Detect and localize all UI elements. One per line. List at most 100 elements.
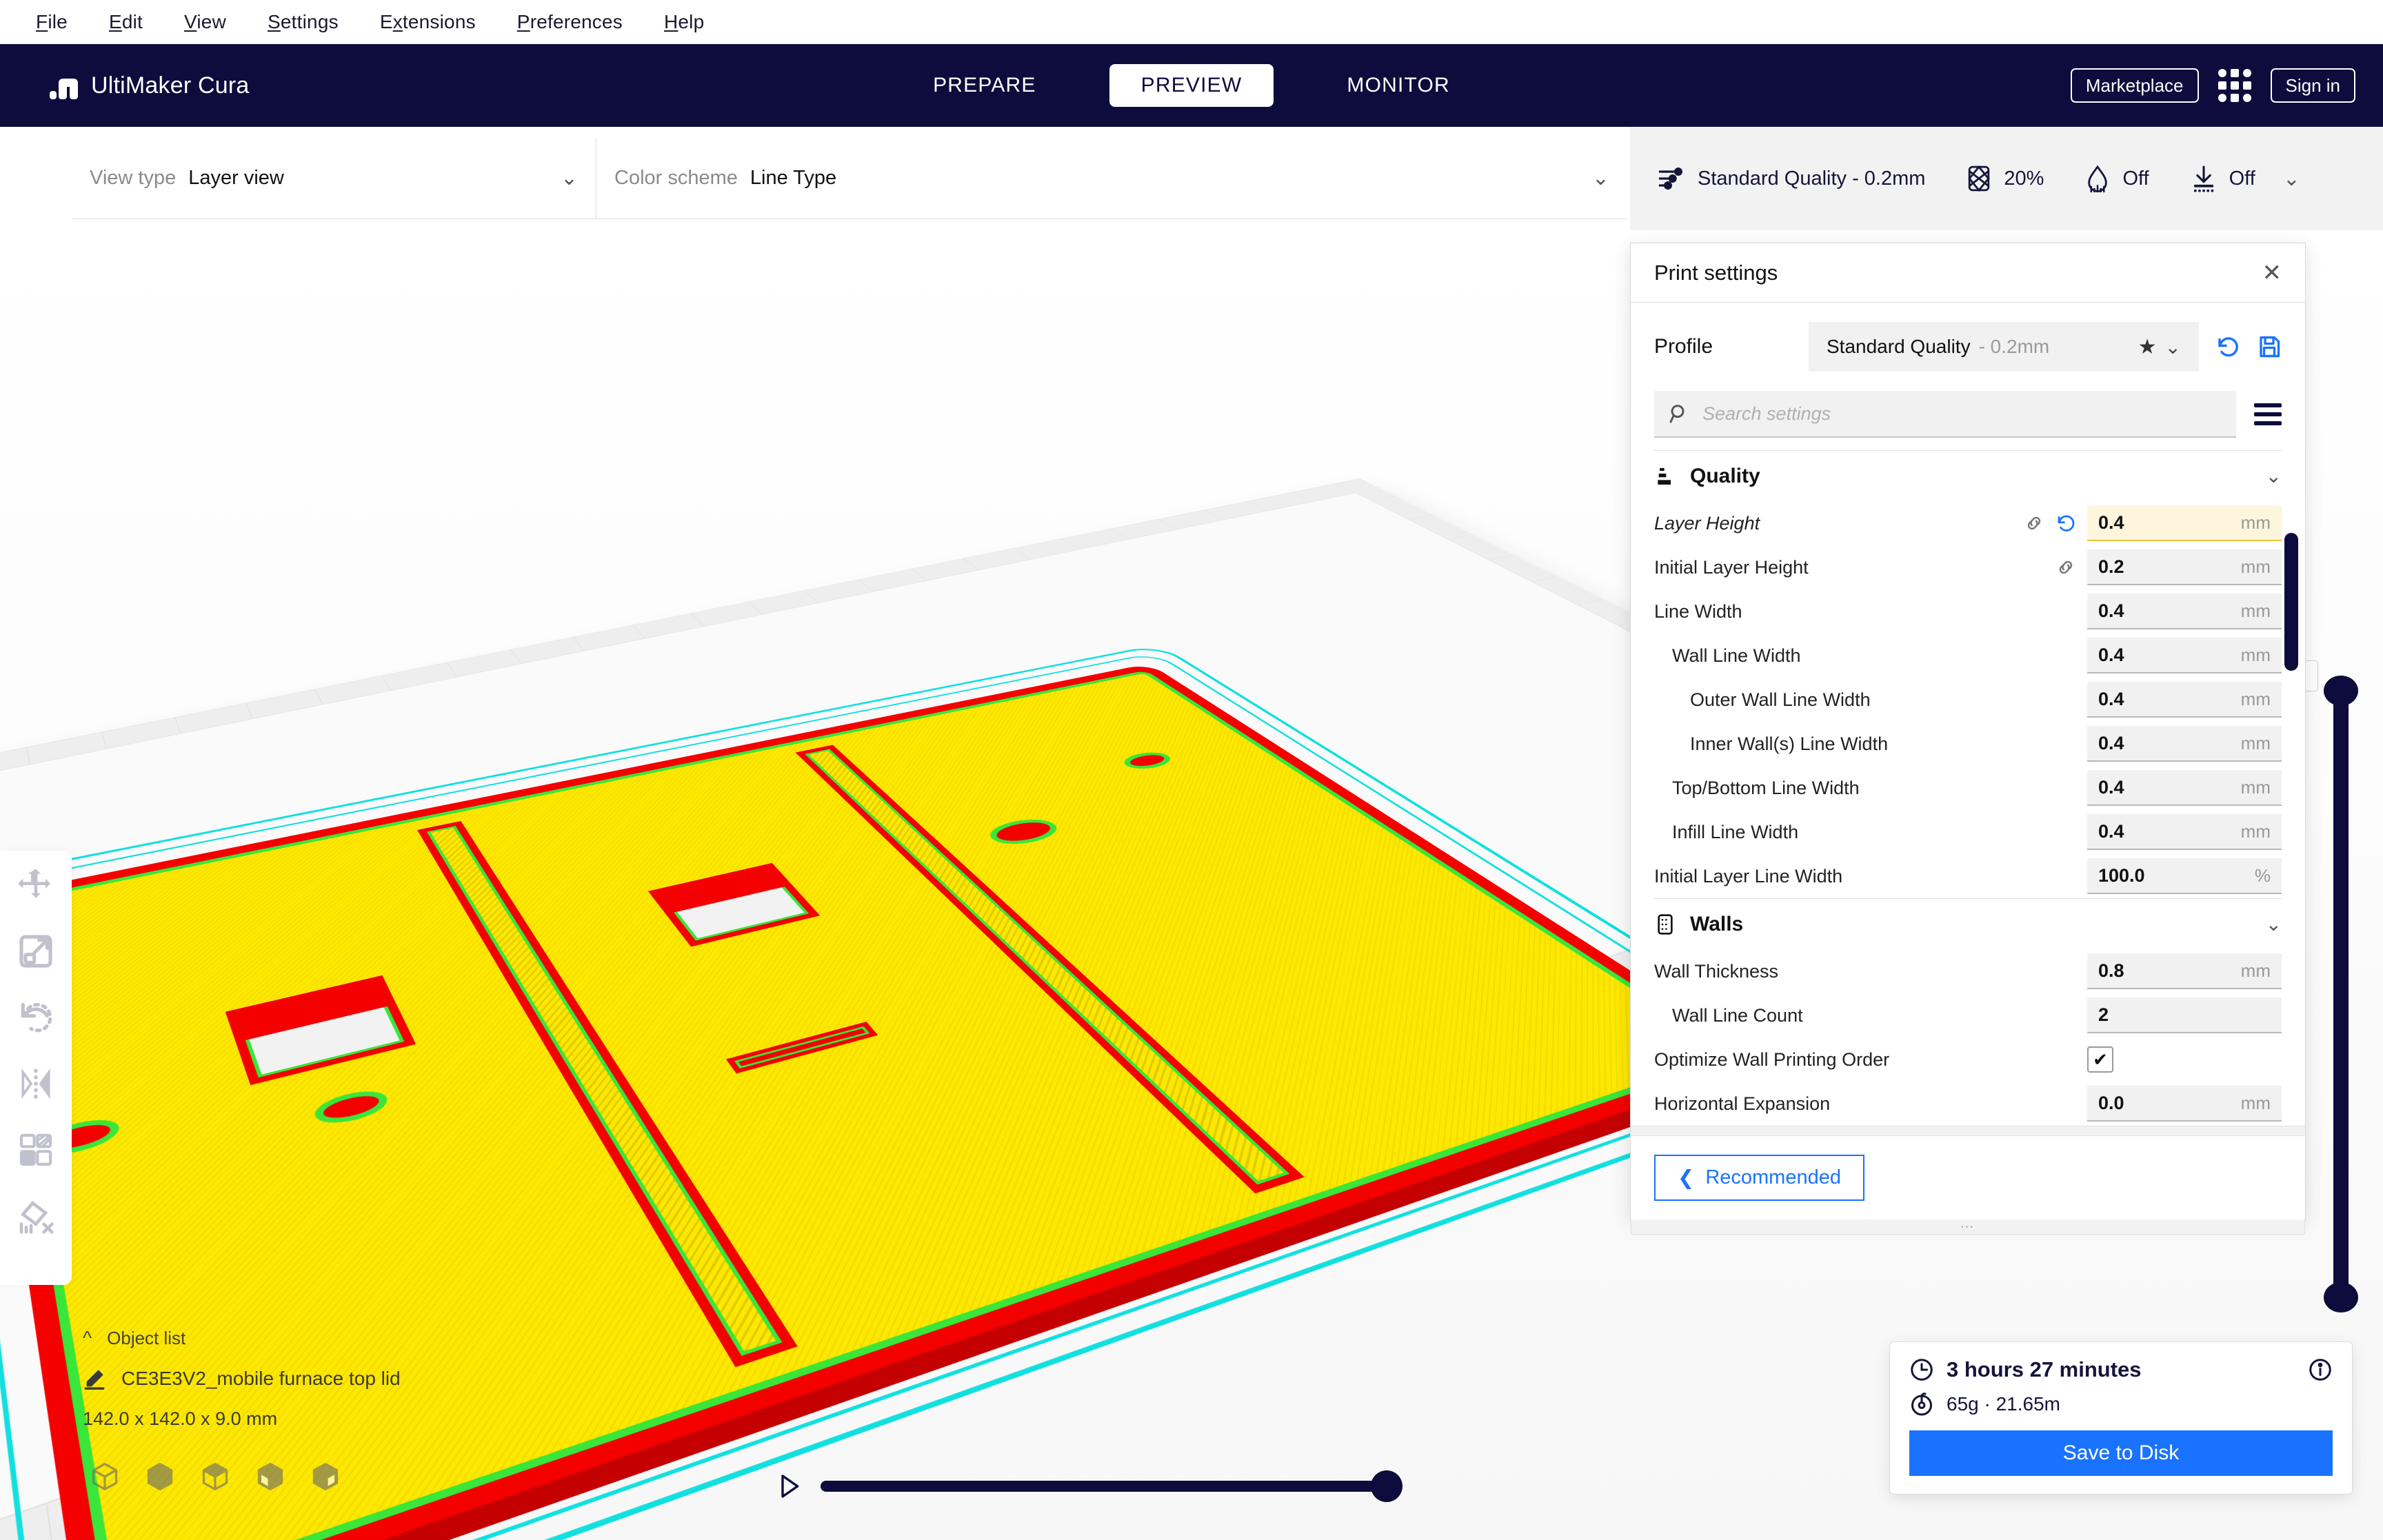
setting-row[interactable]: Optimize Wall Printing Order ✔ — [1654, 1037, 2282, 1082]
settings-scroll-area[interactable]: Quality ⌄ Layer Height 0.4 mm Initial Layer H… — [1631, 450, 2305, 1135]
setting-unit: mm — [2240, 960, 2271, 981]
simulation-slider-handle[interactable] — [1371, 1470, 1402, 1502]
menu-item-extensions[interactable]: Extensions — [359, 11, 496, 33]
header-actions: Marketplace Sign in — [2070, 44, 2355, 127]
search-input[interactable]: Search settings — [1654, 391, 2236, 438]
menu-item-help[interactable]: Help — [643, 11, 725, 33]
support-blocker-icon[interactable] — [17, 1197, 55, 1235]
hamburger-menu-icon[interactable] — [2254, 403, 2282, 425]
profile-dropdown[interactable]: Standard Quality - 0.2mm ★ ⌄ — [1809, 322, 2199, 372]
rotate-icon[interactable] — [17, 998, 55, 1037]
setting-label: Infill Line Width — [1672, 821, 1799, 842]
move-arrows-icon[interactable] — [17, 866, 55, 904]
panel-resize-grip[interactable]: ⋯ — [1631, 1219, 2305, 1235]
setting-value-input[interactable]: 0.4 mm — [2087, 726, 2282, 762]
setting-value-input[interactable]: 0.4 mm — [2087, 814, 2282, 850]
setting-value-input[interactable]: 0.4 mm — [2087, 770, 2282, 806]
scale-icon[interactable] — [17, 932, 55, 971]
print-settings-footer: ❮ Recommended — [1631, 1135, 2305, 1219]
star-icon[interactable]: ★ — [2138, 335, 2157, 359]
profile-variant: - 0.2mm — [1978, 336, 2050, 357]
setting-value-input[interactable]: 0.0 mm — [2087, 1086, 2282, 1122]
info-icon[interactable] — [2308, 1357, 2333, 1382]
setting-value-input[interactable]: 2 — [2087, 997, 2282, 1033]
print-setup-sliders-icon — [1658, 165, 1685, 192]
ultimaker-logo-icon — [50, 72, 80, 99]
view-type-selector[interactable]: View type Layer view ⌄ — [72, 138, 596, 219]
undo-icon[interactable] — [2215, 334, 2240, 359]
print-settings-title: Print settings — [1654, 260, 1778, 285]
cube-iso-icon[interactable] — [90, 1461, 120, 1492]
setting-value-input[interactable]: 0.4 mm — [2087, 638, 2282, 673]
settings-section-walls[interactable]: Walls ⌄ — [1654, 898, 2282, 949]
print-time: 3 hours 27 minutes — [1947, 1357, 2142, 1381]
model-slot — [725, 1022, 878, 1074]
layer-slider-upper-handle[interactable]: 23 — [2273, 660, 2358, 706]
color-scheme-selector[interactable]: Color scheme Line Type ⌄ — [596, 138, 1627, 219]
cube-front-icon[interactable] — [145, 1461, 175, 1492]
stage-tab-preview[interactable]: PREVIEW — [1109, 64, 1274, 107]
setting-value-input[interactable]: 0.8 mm — [2087, 953, 2282, 989]
recommended-button[interactable]: ❮ Recommended — [1654, 1155, 1864, 1201]
setting-checkbox[interactable]: ✔ — [2087, 1046, 2113, 1073]
sign-in-button[interactable]: Sign in — [2270, 68, 2355, 103]
setting-row[interactable]: Initial Layer Height 0.2 mm — [1654, 545, 2282, 589]
menu-item-edit[interactable]: Edit — [88, 11, 163, 33]
undo-icon[interactable] — [2055, 513, 2076, 534]
quality-layers-icon — [1654, 465, 1676, 487]
print-settings-panel: Print settings ✕ Profile Standard Qualit… — [1630, 243, 2306, 1235]
setting-value-input[interactable]: 0.2 mm — [2087, 549, 2282, 585]
setting-row[interactable]: Wall Line Width 0.4 mm — [1654, 634, 2282, 678]
mirror-icon[interactable] — [17, 1064, 55, 1103]
cube-top-icon[interactable] — [200, 1461, 230, 1492]
layer-slider[interactable]: 23 — [2273, 660, 2358, 1313]
pen-icon — [83, 1367, 106, 1390]
stage-tab-monitor[interactable]: MONITOR — [1315, 64, 1482, 107]
close-icon[interactable]: ✕ — [2262, 259, 2282, 287]
settings-scrollbar[interactable] — [2284, 533, 2298, 671]
setting-row[interactable]: Outer Wall Line Width 0.4 mm — [1654, 678, 2282, 722]
settings-section-top-bottom[interactable]: Top/Bottom⌄ — [1631, 1126, 2305, 1135]
cube-right-icon[interactable] — [310, 1461, 341, 1492]
menu-item-file[interactable]: File — [15, 11, 88, 33]
setting-value-input[interactable]: 100.0% — [2087, 858, 2282, 894]
print-setup-selector[interactable]: Standard Quality - 0.2mm 20% Off Off ⌄ — [1630, 127, 2383, 230]
object-list-item[interactable]: CE3E3V2_mobile furnace top lid — [83, 1367, 401, 1390]
stage-tab-prepare[interactable]: PREPARE — [901, 64, 1068, 107]
setting-row[interactable]: Inner Wall(s) Line Width 0.4 mm — [1654, 722, 2282, 766]
setting-row[interactable]: Wall Thickness 0.8 mm — [1654, 949, 2282, 993]
layer-slider-track[interactable] — [2333, 691, 2349, 1293]
setting-value-input[interactable]: 0.4 mm — [2087, 594, 2282, 629]
per-model-settings-icon[interactable] — [17, 1131, 55, 1169]
menu-item-preferences[interactable]: Preferences — [496, 11, 643, 33]
save-to-disk-button[interactable]: Save to Disk — [1909, 1430, 2333, 1476]
link-icon[interactable] — [2055, 557, 2076, 578]
setting-row[interactable]: Horizontal Expansion 0.0 mm — [1654, 1082, 2282, 1126]
print-settings-header: Print settings ✕ — [1631, 243, 2305, 303]
settings-section-quality[interactable]: Quality ⌄ — [1654, 450, 2282, 501]
play-icon[interactable] — [778, 1472, 801, 1500]
setting-label: Line Width — [1654, 600, 1742, 622]
cube-left-icon[interactable] — [255, 1461, 285, 1492]
save-icon[interactable] — [2257, 334, 2282, 359]
marketplace-button[interactable]: Marketplace — [2070, 68, 2199, 103]
setting-unit: mm — [2240, 556, 2271, 577]
setting-value-input[interactable]: 0.4 mm — [2087, 682, 2282, 718]
layer-slider-lower-handle[interactable] — [2324, 1282, 2358, 1313]
setting-value: 0.4 — [2098, 732, 2124, 753]
setting-row[interactable]: Wall Line Count 2 — [1654, 993, 2282, 1037]
link-icon[interactable] — [2024, 513, 2044, 534]
menu-item-settings[interactable]: Settings — [247, 11, 359, 33]
setting-row[interactable]: Line Width 0.4 mm — [1654, 589, 2282, 634]
simulation-slider-track[interactable] — [821, 1470, 1402, 1502]
setting-row[interactable]: Initial Layer Line Width 100.0% — [1654, 854, 2282, 898]
app-grid-icon[interactable] — [2218, 69, 2251, 102]
setting-value: 0.4 — [2098, 600, 2124, 621]
setting-row[interactable]: Infill Line Width 0.4 mm — [1654, 810, 2282, 854]
setting-value-input[interactable]: 0.4 mm — [2087, 505, 2282, 541]
chevron-down-icon: ⌄ — [560, 167, 578, 190]
setting-row[interactable]: Top/Bottom Line Width 0.4 mm — [1654, 766, 2282, 810]
object-list-toggle[interactable]: ^ Object list — [83, 1327, 401, 1349]
setting-row[interactable]: Layer Height 0.4 mm — [1654, 501, 2282, 545]
menu-item-view[interactable]: View — [163, 11, 247, 33]
